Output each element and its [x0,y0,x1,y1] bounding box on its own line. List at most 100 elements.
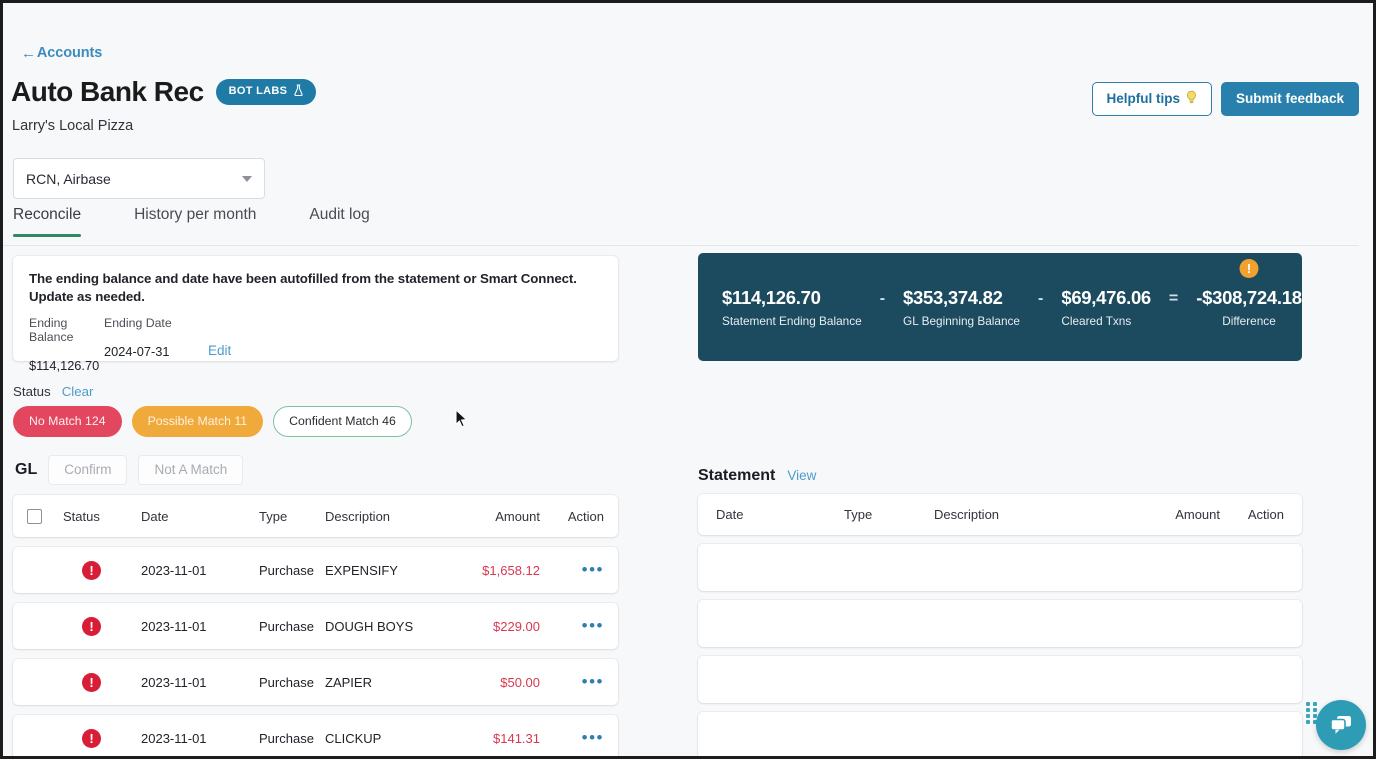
alert-icon: ! [82,729,101,748]
row-amount: $1,658.12 [454,563,550,578]
summary-statement-ending-balance: $114,126.70 Statement Ending Balance [722,287,862,328]
gl-col-date: Date [141,509,259,524]
row-more-actions-icon[interactable]: ••• [582,565,604,575]
row-type: Purchase [259,619,325,634]
row-action-cell: ••• [550,563,604,578]
summary-label: Cleared Txns [1061,314,1131,328]
submit-feedback-button[interactable]: Submit feedback [1221,82,1359,116]
bot-labs-badge[interactable]: BOT LABS [216,79,317,105]
gl-table: Status Date Type Description Amount Acti… [13,495,618,756]
gl-col-description: Description [325,509,454,524]
row-date: 2023-11-01 [141,563,259,578]
company-subtitle: Larry's Local Pizza [12,118,133,134]
row-more-actions-icon[interactable]: ••• [582,677,604,687]
statement-empty-row[interactable] [698,544,1302,591]
table-row[interactable]: ! 2023-11-01 Purchase CLICKUP $141.31 ••… [13,715,618,756]
autofill-info-card: The ending balance and date have been au… [13,256,618,361]
row-date: 2023-11-01 [141,675,259,690]
edit-link[interactable]: Edit [208,343,231,358]
tab-audit-log[interactable]: Audit log [309,206,369,236]
status-chip-group: No Match 124 Possible Match 11 Confident… [13,406,412,437]
statement-col-type: Type [844,507,934,522]
reconciliation-summary-bar: $114,126.70 Statement Ending Balance - $… [698,253,1302,361]
alert-icon: ! [82,561,101,580]
header-actions: Helpful tips Submit feedback [1092,82,1359,116]
statement-title: Statement [698,467,775,485]
status-filter-row: Status Clear [13,384,93,399]
chat-bubbles-icon[interactable] [1316,700,1366,750]
gl-section-header: GL Confirm Not A Match [15,455,243,485]
lightbulb-icon [1185,90,1198,107]
summary-cleared-txns: $69,476.06 Cleared Txns [1061,287,1151,328]
page-title-row: Auto Bank Rec BOT LABS [11,77,316,106]
row-status-cell: ! [63,561,141,580]
breadcrumb-accounts[interactable]: ← Accounts [21,45,102,61]
row-amount: $229.00 [454,619,550,634]
warning-icon: ! [1239,259,1258,278]
table-row[interactable]: ! 2023-11-01 Purchase DOUGH BOYS $229.00… [13,603,618,649]
statement-col-amount: Amount [1140,507,1232,522]
summary-value: $69,476.06 [1061,287,1151,309]
row-type: Purchase [259,731,325,746]
statement-empty-row[interactable] [698,600,1302,647]
chip-no-match[interactable]: No Match 124 [13,406,122,437]
status-filter-label: Status [13,384,51,399]
row-description: DOUGH BOYS [325,619,454,634]
confirm-button[interactable]: Confirm [48,455,127,485]
row-date: 2023-11-01 [141,619,259,634]
row-description: CLICKUP [325,731,454,746]
ending-fields: Ending Balance $114,126.70 Ending Date 2… [29,316,602,373]
tab-history-per-month[interactable]: History per month [134,206,256,236]
summary-operator-minus-2: - [1038,290,1043,324]
select-all-checkbox[interactable] [27,509,42,524]
chip-possible-match[interactable]: Possible Match 11 [132,406,264,437]
row-action-cell: ••• [550,675,604,690]
row-more-actions-icon[interactable]: ••• [582,621,604,631]
tab-bar: Reconcile History per month Audit log [3,206,1359,246]
table-row[interactable]: ! 2023-11-01 Purchase ZAPIER $50.00 ••• [13,659,618,705]
select-all-checkbox-cell [27,509,63,524]
gl-title: GL [15,461,37,479]
tab-reconcile[interactable]: Reconcile [13,206,81,236]
summary-gl-beginning-balance: $353,374.82 GL Beginning Balance [903,287,1020,328]
back-arrow-icon: ← [21,46,36,61]
breadcrumb-label: Accounts [37,45,102,61]
not-a-match-button[interactable]: Not A Match [138,455,243,485]
ending-balance-label: Ending Balance [29,316,104,344]
row-status-cell: ! [63,673,141,692]
ending-balance-field: Ending Balance $114,126.70 [29,316,104,373]
row-type: Purchase [259,675,325,690]
row-description: EXPENSIFY [325,563,454,578]
summary-difference: ! -$308,724.18 Difference [1196,287,1301,328]
row-date: 2023-11-01 [141,731,259,746]
statement-col-action: Action [1232,507,1284,522]
summary-operator-equals: = [1169,290,1178,324]
row-more-actions-icon[interactable]: ••• [582,733,604,743]
account-select[interactable]: RCN, Airbase [13,158,265,199]
summary-label: Statement Ending Balance [722,314,862,328]
page-title: Auto Bank Rec [11,77,204,106]
table-row[interactable]: ! 2023-11-01 Purchase EXPENSIFY $1,658.1… [13,547,618,593]
mouse-cursor [455,409,469,429]
gl-col-type: Type [259,509,325,524]
summary-label: GL Beginning Balance [903,314,1020,328]
row-action-cell: ••• [550,731,604,746]
helpful-tips-button[interactable]: Helpful tips [1092,82,1212,116]
statement-col-description: Description [934,507,1140,522]
summary-value: -$308,724.18 [1196,287,1301,309]
row-status-cell: ! [63,617,141,636]
statement-view-link[interactable]: View [787,468,816,483]
row-amount: $141.31 [454,731,550,746]
alert-icon: ! [82,673,101,692]
row-action-cell: ••• [550,619,604,634]
ending-date-label: Ending Date [104,316,208,330]
statement-table-header: Date Type Description Amount Action [698,494,1302,535]
row-amount: $50.00 [454,675,550,690]
statement-empty-row[interactable] [698,656,1302,703]
row-status-cell: ! [63,729,141,748]
chip-confident-match[interactable]: Confident Match 46 [273,406,412,437]
statement-empty-row[interactable] [698,712,1302,756]
clear-filters-link[interactable]: Clear [62,384,94,399]
autofill-message: The ending balance and date have been au… [29,270,602,305]
summary-value: $353,374.82 [903,287,1003,309]
